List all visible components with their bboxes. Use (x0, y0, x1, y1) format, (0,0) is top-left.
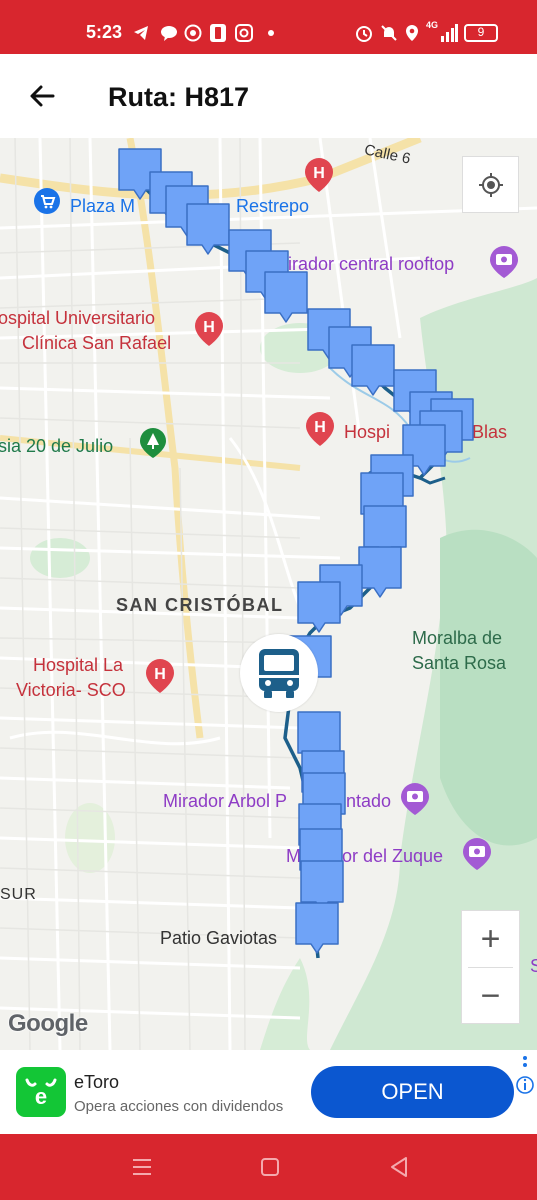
label-hospital-universitario-1: ospital Universitario (0, 308, 156, 328)
label-iglesia: sia 20 de Julio (0, 436, 114, 456)
network-label: 4G (426, 20, 439, 30)
svg-text:H: H (203, 319, 215, 336)
label-mirador-zuque-b: or del Zuque (342, 846, 444, 866)
battery-level: 9 (477, 25, 485, 39)
navigation-bar (0, 1134, 537, 1200)
hospital-pin-icon: H (146, 659, 174, 693)
route-stop-marker[interactable] (184, 201, 232, 257)
back-icon[interactable] (386, 1154, 412, 1180)
hospital-pin-icon: H (305, 158, 333, 192)
zoom-controls: + − (461, 910, 520, 1024)
label-moralba-1: Moralba de (412, 628, 503, 648)
ad-open-button[interactable]: OPEN (311, 1066, 514, 1118)
label-mirador-arbol-b: ntado (346, 791, 392, 811)
ad-banner[interactable]: e eToro Opera acciones con dividendos OP… (0, 1050, 537, 1134)
label-mirador-arbol-a: Mirador Arbol P (163, 791, 288, 811)
camera-pin-icon (490, 246, 518, 278)
label-hospital-universitario-2: Clínica San Rafael (22, 333, 172, 353)
label-san-cristobal: SAN CRISTÓBAL (116, 595, 284, 615)
ad-subtitle: Opera acciones con dividendos (74, 1098, 284, 1115)
ad-info-icon[interactable] (514, 1052, 536, 1096)
instagram-icon (235, 24, 253, 42)
ad-title: eToro (74, 1072, 120, 1092)
label-moralba-2: Santa Rosa (412, 653, 507, 673)
bus-icon (259, 649, 299, 698)
bus-location-marker[interactable] (240, 634, 318, 712)
my-location-icon (478, 172, 503, 197)
label-edge-s: S (530, 956, 537, 976)
route-stop-marker[interactable] (293, 900, 341, 956)
recent-apps-icon[interactable] (129, 1154, 155, 1180)
label-patio-gaviotas: Patio Gaviotas (160, 928, 278, 948)
google-attribution: Google (8, 1010, 88, 1037)
arrow-left-icon (30, 85, 55, 107)
route-stop-marker[interactable] (349, 342, 397, 398)
label-hospital-victoria-2: Victoria- SCO (16, 680, 126, 700)
label-restrepo: Restrepo (236, 196, 310, 216)
hospital-pin-icon: H (306, 412, 334, 446)
page-title: Ruta: H817 (108, 82, 250, 112)
etoro-logo[interactable]: e (16, 1067, 66, 1117)
hospital-pin-icon: H (195, 312, 223, 346)
label-mirador-central: irador central rooftop (288, 254, 455, 274)
label-hospital-san-blas-a: Hospi (344, 422, 391, 442)
alarm-icon (356, 26, 372, 42)
back-button[interactable] (20, 76, 64, 116)
status-time: 5:23 (86, 22, 123, 42)
chat-icon (161, 26, 177, 41)
svg-text:H: H (154, 666, 166, 683)
route-stop-marker[interactable] (262, 269, 310, 325)
location-icon (406, 25, 418, 41)
mute-icon (381, 25, 397, 41)
label-hospital-san-blas-b: Blas (472, 422, 508, 442)
shopping-cart-icon (34, 188, 60, 214)
battery-icon: 9 (464, 24, 498, 42)
signal-icon (441, 24, 458, 42)
camera-pin-icon (463, 838, 491, 870)
svg-text:H: H (313, 165, 325, 182)
route-stop-marker[interactable] (295, 579, 343, 635)
battery-saver-icon (210, 24, 226, 42)
status-bar: 5:23 4G 9 (0, 0, 537, 54)
telegram-icon (134, 26, 148, 40)
label-sur: SUR (0, 886, 37, 903)
dot-icon (268, 30, 274, 36)
zoom-in-button[interactable]: + (462, 911, 519, 967)
label-hospital-victoria-1: Hospital La (33, 655, 124, 675)
camera-pin-icon (401, 783, 429, 815)
etoro-bull-icon: e (25, 1078, 57, 1109)
app-bar: Ruta: H817 (0, 54, 537, 138)
svg-text:H: H (314, 419, 326, 436)
my-location-button[interactable] (462, 156, 519, 213)
zoom-out-button[interactable]: − (462, 968, 519, 1024)
svg-text:e: e (35, 1084, 47, 1109)
whatsapp-icon (184, 24, 202, 42)
home-icon[interactable] (257, 1154, 283, 1180)
map-view[interactable]: Calle 6 Plaza M Restrepo H irador centra… (0, 138, 537, 1050)
park-pin-icon (140, 428, 166, 458)
